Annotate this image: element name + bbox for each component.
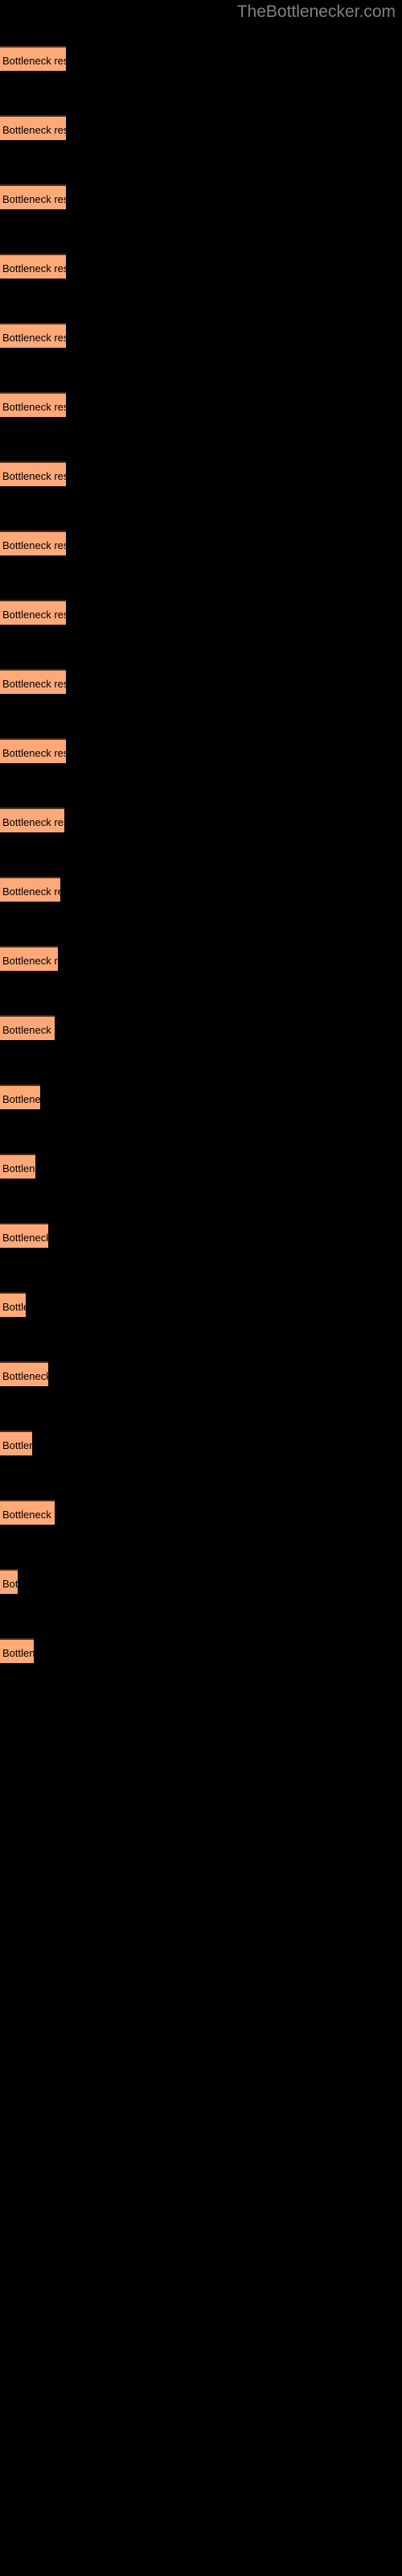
bottleneck-result-bar[interactable]: Bottleneck result — [0, 946, 58, 971]
bottleneck-result-bar[interactable]: Bottleneck result — [0, 1361, 48, 1386]
bar-label: Bottleneck result — [2, 332, 66, 344]
bar-label: Bottleneck result — [2, 1370, 48, 1382]
bottleneck-result-bar[interactable]: Bottleneck result — [0, 1569, 18, 1594]
bottleneck-results-chart: Bottleneck result Bottleneck result Bottle… — [0, 0, 402, 2576]
bar-label: Bottleneck result — [2, 401, 66, 413]
bar-label: Bottleneck result — [2, 816, 64, 828]
bar-label: Bottleneck result — [2, 678, 66, 690]
bottleneck-result-bar[interactable]: Bottleneck result — [0, 877, 60, 902]
bar-label: Bottleneck result — [2, 886, 60, 898]
bottleneck-result-bar[interactable]: Bottleneck result — [0, 530, 66, 555]
bar-label: Bottleneck result — [2, 55, 66, 67]
bar-label: Bottleneck result — [2, 1439, 32, 1451]
bottleneck-result-bar[interactable]: Bottleneck result — [0, 392, 66, 417]
bar-label: Bottleneck result — [2, 1232, 48, 1244]
bottleneck-result-bar[interactable]: Bottleneck result — [0, 46, 66, 71]
bottleneck-result-bar[interactable]: Bottleneck result — [0, 461, 66, 486]
bottleneck-result-bar[interactable]: Bottleneck result — [0, 1430, 32, 1455]
bar-label: Bottleneck result — [2, 1024, 55, 1036]
bottleneck-result-bar[interactable]: Bottleneck result — [0, 600, 66, 625]
bar-label: Bottleneck result — [2, 193, 66, 205]
bottleneck-result-bar[interactable]: Bottleneck result — [0, 1500, 55, 1525]
bottleneck-result-bar[interactable]: Bottleneck result — [0, 1084, 40, 1109]
bottleneck-result-bar[interactable]: Bottleneck result — [0, 1292, 26, 1317]
bar-label: Bottleneck result — [2, 124, 66, 136]
bar-label: Bottleneck result — [2, 609, 66, 621]
bottleneck-result-bar[interactable]: Bottleneck result — [0, 184, 66, 209]
bar-label: Bottleneck result — [2, 1578, 18, 1590]
bottleneck-result-bar[interactable]: Bottleneck result — [0, 115, 66, 140]
bottleneck-result-bar[interactable]: Bottleneck result — [0, 254, 66, 279]
bottleneck-result-bar[interactable]: Bottleneck result — [0, 738, 66, 763]
bottleneck-result-bar[interactable]: Bottleneck result — [0, 1015, 55, 1040]
bar-label: Bottleneck result — [2, 470, 66, 482]
bottleneck-result-bar[interactable]: Bottleneck result — [0, 1223, 48, 1248]
bar-label: Bottleneck result — [2, 1509, 55, 1521]
bar-label: Bottleneck result — [2, 262, 66, 275]
bottleneck-result-bar[interactable]: Bottleneck result — [0, 323, 66, 348]
bar-label: Bottleneck result — [2, 1647, 34, 1659]
bar-label: Bottleneck result — [2, 1301, 26, 1313]
bottleneck-result-bar[interactable]: Bottleneck result — [0, 1638, 34, 1663]
bar-label: Bottleneck result — [2, 1162, 35, 1174]
bottleneck-result-bar[interactable]: Bottleneck result — [0, 1154, 35, 1179]
bar-label: Bottleneck result — [2, 747, 66, 759]
bar-label: Bottleneck result — [2, 955, 58, 967]
bottleneck-result-bar[interactable]: Bottleneck result — [0, 807, 64, 832]
bar-label: Bottleneck result — [2, 539, 66, 551]
bottleneck-result-bar[interactable]: Bottleneck result — [0, 669, 66, 694]
bar-label: Bottleneck result — [2, 1093, 40, 1105]
